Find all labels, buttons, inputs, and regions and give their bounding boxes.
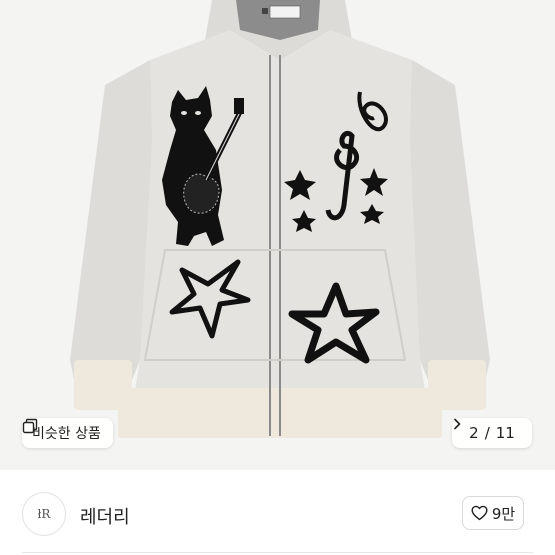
pager-total: 11 <box>495 424 515 442</box>
heart-outline-icon <box>471 505 488 521</box>
seller-avatar[interactable]: łR <box>22 492 66 536</box>
seller-avatar-logo: łR <box>37 507 51 521</box>
divider <box>22 552 533 553</box>
seller-name[interactable]: 레더리 <box>80 503 130 529</box>
like-count: 9만 <box>491 504 516 523</box>
chevron-right-icon <box>454 418 461 430</box>
product-detail-page: 비슷한 상품 2 / 11 łR 레더리 9만 <box>0 0 555 555</box>
product-photo <box>70 0 490 438</box>
similar-products-button[interactable]: 비슷한 상품 <box>22 418 113 448</box>
copy-icon <box>22 418 38 434</box>
like-button[interactable]: 9만 <box>462 496 524 530</box>
pager-separator: / <box>484 424 490 442</box>
pager-current: 2 <box>469 424 479 442</box>
image-pager-button[interactable]: 2 / 11 <box>452 418 532 448</box>
seller-info-row: łR 레더리 9만 <box>0 470 555 555</box>
similar-products-label: 비슷한 상품 <box>32 426 101 442</box>
product-image-gallery[interactable]: 비슷한 상품 2 / 11 <box>0 0 555 470</box>
